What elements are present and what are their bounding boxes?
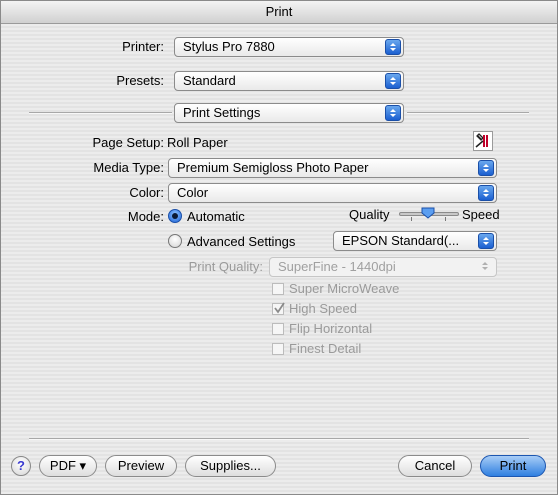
print-button[interactable]: Print	[480, 455, 546, 477]
color-value: Color	[177, 185, 209, 200]
super-microweave-label: Super MicroWeave	[289, 281, 400, 296]
printer-value: Stylus Pro 7880	[183, 39, 275, 54]
printer-label: Printer:	[122, 39, 164, 54]
presets-popup[interactable]: Standard	[174, 71, 404, 91]
flip-horizontal-label: Flip Horizontal	[289, 321, 373, 336]
flip-horizontal-checkbox[interactable]	[272, 323, 284, 335]
popup-arrows-icon	[478, 259, 494, 275]
panel-popup[interactable]: Print Settings	[174, 103, 404, 123]
cancel-button[interactable]: Cancel	[398, 455, 472, 477]
separator-right	[407, 112, 529, 114]
super-microweave-checkbox[interactable]	[272, 283, 284, 295]
mode-label: Mode:	[127, 209, 164, 224]
advanced-preset-popup[interactable]: EPSON Standard(...	[333, 231, 497, 251]
automatic-label: Automatic	[187, 209, 245, 224]
pdf-button[interactable]: PDF ▾	[39, 455, 97, 477]
popup-arrows-icon	[478, 185, 494, 201]
media-type-value: Premium Semigloss Photo Paper	[177, 160, 369, 175]
dialog-body: Printer: Stylus Pro 7880 Presets: Standa…	[1, 24, 557, 494]
popup-arrows-icon	[385, 39, 401, 55]
automatic-radio[interactable]	[168, 209, 182, 223]
advanced-settings-radio[interactable]	[168, 234, 182, 248]
finest-detail-label: Finest Detail	[289, 341, 362, 356]
color-popup[interactable]: Color	[168, 183, 497, 203]
color-label: Color:	[129, 185, 164, 200]
page-setup-value: Roll Paper	[167, 135, 228, 150]
presets-label: Presets:	[116, 73, 164, 88]
advanced-settings-label: Advanced Settings	[187, 234, 296, 249]
slider-tick	[411, 217, 412, 221]
checkmark-icon	[274, 302, 285, 314]
presets-value: Standard	[183, 73, 236, 88]
print-quality-popup[interactable]: SuperFine - 1440dpi	[269, 257, 497, 277]
popup-arrows-icon	[385, 73, 401, 89]
printer-popup[interactable]: Stylus Pro 7880	[174, 37, 404, 57]
panel-value: Print Settings	[183, 105, 261, 120]
popup-arrows-icon	[385, 105, 401, 121]
help-button[interactable]: ?	[11, 456, 31, 476]
high-speed-checkbox[interactable]	[272, 302, 285, 315]
slider-thumb[interactable]	[421, 207, 435, 219]
print-dialog: Print Printer: Stylus Pro 7880 Presets: …	[0, 0, 558, 495]
finest-detail-checkbox[interactable]	[272, 343, 284, 355]
printer-utility-icon[interactable]	[473, 131, 493, 151]
speed-label: Speed	[462, 207, 500, 222]
supplies-button[interactable]: Supplies...	[185, 455, 276, 477]
popup-arrows-icon	[478, 160, 494, 176]
advanced-preset-value: EPSON Standard(...	[342, 233, 460, 248]
slider-tick	[445, 217, 446, 221]
high-speed-label: High Speed	[289, 301, 357, 316]
preview-button[interactable]: Preview	[105, 455, 177, 477]
window-title: Print	[1, 1, 557, 24]
media-type-popup[interactable]: Premium Semigloss Photo Paper	[168, 158, 497, 178]
print-quality-value: SuperFine - 1440dpi	[278, 259, 396, 274]
print-quality-label: Print Quality:	[188, 259, 263, 274]
bottom-separator	[29, 438, 529, 440]
media-type-label: Media Type:	[93, 160, 164, 175]
page-setup-label: Page Setup:	[92, 135, 164, 150]
quality-speed-slider[interactable]	[399, 206, 459, 222]
quality-label: Quality	[349, 207, 390, 222]
popup-arrows-icon	[478, 233, 494, 249]
separator-left	[29, 112, 172, 114]
